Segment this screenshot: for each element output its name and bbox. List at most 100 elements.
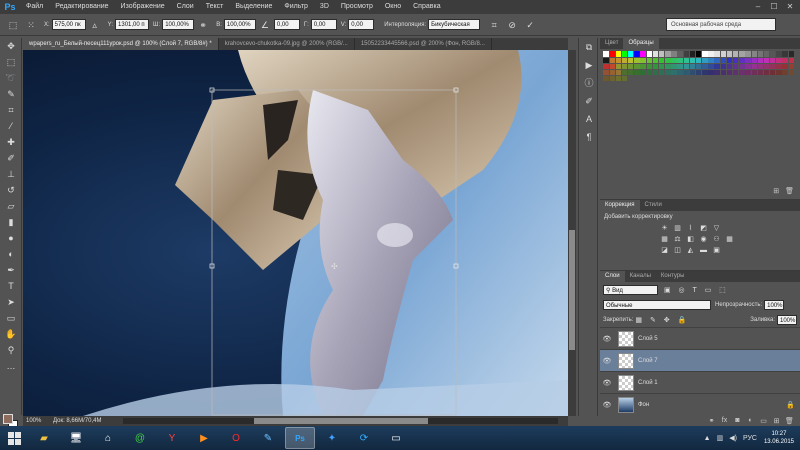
x-input[interactable]: 575,00 пк: [51, 19, 86, 30]
swatch[interactable]: [782, 57, 788, 63]
swatch[interactable]: [788, 69, 794, 76]
swatch[interactable]: [714, 63, 720, 70]
volume-icon[interactable]: ◀): [729, 434, 737, 442]
document-tab[interactable]: 15052233445566.psd @ 200% (Фон, RGB/8...: [355, 38, 492, 50]
scroll-thumb[interactable]: [253, 418, 428, 424]
menu-help[interactable]: Справка: [407, 0, 446, 14]
swatch[interactable]: [609, 63, 615, 70]
swatch[interactable]: [751, 57, 757, 63]
menu-edit[interactable]: Редактирование: [49, 0, 114, 14]
swatch[interactable]: [702, 63, 708, 70]
vibrance-icon[interactable]: ▽: [712, 224, 722, 233]
crop-tool-icon[interactable]: ⌗: [0, 102, 22, 118]
horizontal-scrollbar[interactable]: [123, 418, 558, 424]
swatch[interactable]: [658, 57, 665, 63]
swatch[interactable]: [763, 69, 770, 76]
swatch[interactable]: [677, 51, 683, 57]
swatch[interactable]: [658, 63, 665, 70]
swatch[interactable]: [708, 57, 714, 63]
height-input[interactable]: 100,00%: [223, 19, 256, 30]
swatch[interactable]: [640, 69, 646, 76]
swatch[interactable]: [683, 57, 690, 63]
swatch[interactable]: [646, 63, 652, 70]
swatch[interactable]: [782, 51, 788, 57]
swatch[interactable]: [788, 63, 794, 70]
menu-type[interactable]: Текст: [200, 0, 230, 14]
document-tab-active[interactable]: wpapers_ru_Белый-песец111урок.psd @ 100%…: [23, 38, 219, 50]
swatch[interactable]: [757, 63, 764, 70]
blur-tool-icon[interactable]: ●: [0, 230, 22, 246]
swatch[interactable]: [621, 69, 628, 76]
transform-tool-icon[interactable]: ⬚: [7, 19, 19, 31]
more-tools-icon[interactable]: …: [0, 358, 22, 374]
swatch[interactable]: [770, 51, 776, 57]
lasso-tool-icon[interactable]: ➰: [0, 70, 22, 86]
swatch[interactable]: [671, 57, 677, 63]
swatch[interactable]: [745, 51, 751, 57]
posterize-icon[interactable]: ◫: [673, 246, 683, 255]
swatch[interactable]: [628, 69, 634, 76]
swatch[interactable]: [658, 69, 665, 76]
brush-panel-icon[interactable]: ✐: [579, 92, 599, 110]
opacity-input[interactable]: 100%: [764, 299, 785, 310]
mail-ru-agent-icon[interactable]: @: [125, 427, 155, 449]
swatch[interactable]: [695, 51, 702, 57]
swatch[interactable]: [739, 69, 745, 76]
swatch[interactable]: [665, 69, 671, 76]
swatch[interactable]: [615, 63, 622, 70]
swatch[interactable]: [640, 63, 646, 70]
swatch[interactable]: [714, 57, 720, 63]
swatch[interactable]: [609, 51, 615, 57]
swatch[interactable]: [689, 57, 696, 63]
menu-filter[interactable]: Фильтр: [278, 0, 314, 14]
eye-icon[interactable]: 👁: [600, 335, 614, 343]
commit-transform-icon[interactable]: ✓: [524, 19, 536, 31]
eye-icon[interactable]: 👁: [600, 401, 614, 409]
interpolation-select[interactable]: Бикубическая: [428, 19, 481, 30]
menu-select[interactable]: Выделение: [229, 0, 278, 14]
swatch[interactable]: [763, 57, 770, 63]
gradient-map-icon[interactable]: ▬: [699, 246, 709, 255]
swatch[interactable]: [751, 51, 757, 57]
swatch[interactable]: [677, 63, 683, 70]
swatch[interactable]: [652, 63, 659, 70]
home-icon[interactable]: ⌂: [93, 427, 123, 449]
swatch[interactable]: [634, 51, 640, 57]
swatch[interactable]: [615, 57, 622, 63]
swatch[interactable]: [603, 57, 609, 63]
swatch[interactable]: [665, 51, 671, 57]
opera-icon[interactable]: O: [221, 427, 251, 449]
swatch[interactable]: [757, 51, 764, 57]
swatch[interactable]: [745, 57, 751, 63]
hand-tool-icon[interactable]: ✋: [0, 326, 22, 342]
curves-icon[interactable]: ⌇: [686, 224, 696, 233]
swatch[interactable]: [720, 63, 727, 70]
document-canvas[interactable]: ✣: [23, 50, 568, 416]
swatch[interactable]: [665, 63, 671, 70]
zoom-level[interactable]: 100%: [23, 418, 53, 424]
paragraph-panel-icon[interactable]: ¶: [579, 128, 599, 146]
swatch[interactable]: [763, 51, 770, 57]
swatch[interactable]: [720, 51, 727, 57]
swatch[interactable]: [733, 69, 739, 76]
swatch[interactable]: [708, 63, 714, 70]
swatch[interactable]: [708, 69, 714, 76]
swatch[interactable]: [603, 76, 609, 82]
swatch[interactable]: [714, 69, 720, 76]
swatch[interactable]: [770, 63, 776, 70]
swatch[interactable]: [702, 57, 708, 63]
swatch[interactable]: [621, 76, 628, 82]
angle-input[interactable]: 0,00: [273, 19, 300, 30]
swatch[interactable]: [677, 57, 683, 63]
swatch[interactable]: [628, 57, 634, 63]
vskew-input[interactable]: 0,00: [348, 19, 375, 30]
swatch[interactable]: [720, 57, 727, 63]
swatch[interactable]: [652, 57, 659, 63]
reference-point-icon[interactable]: ⁙: [25, 19, 37, 31]
swatch[interactable]: [628, 51, 634, 57]
swatch-grid[interactable]: [600, 49, 800, 84]
swatch[interactable]: [695, 69, 702, 76]
workspace-select[interactable]: Основная рабочая среда: [666, 18, 776, 31]
swatch[interactable]: [603, 69, 609, 76]
language-indicator[interactable]: РУС: [743, 435, 757, 442]
